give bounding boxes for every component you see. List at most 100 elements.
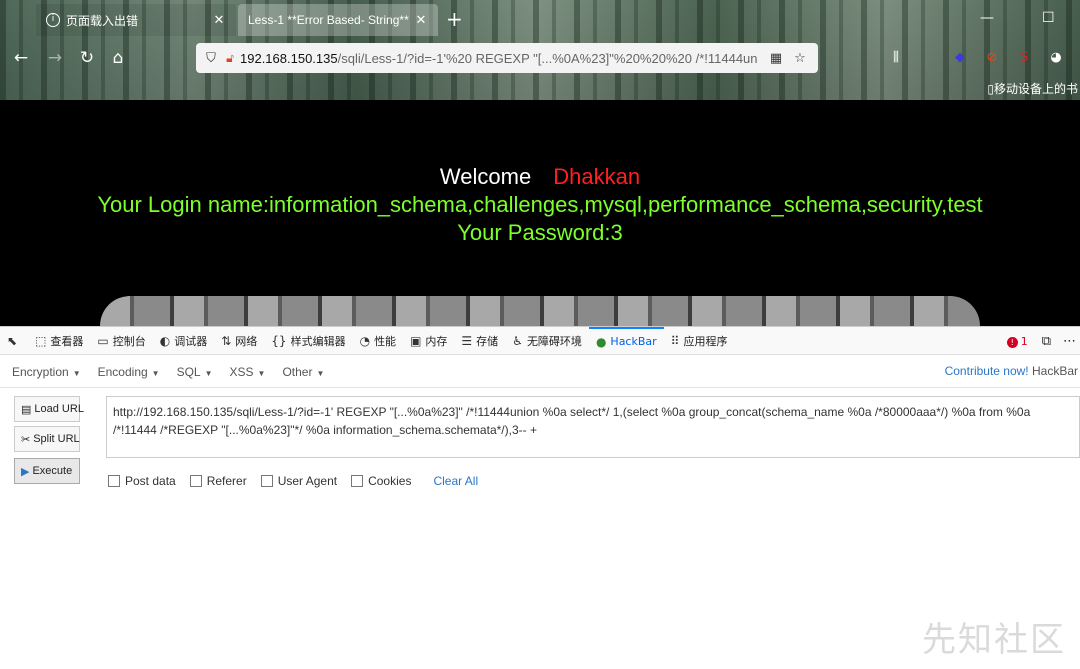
split-url-button[interactable]: ✂ Split URL [14, 426, 80, 452]
tab-label: 网络 [235, 334, 258, 348]
load-url-icon: ▤ [21, 403, 32, 416]
shield-icon[interactable]: ⛉ [202, 51, 220, 66]
checkbox[interactable] [351, 475, 364, 487]
url-path: /sqli/Less-1/?id=-1'%20 REGEXP "[...%0A%… [337, 50, 758, 66]
caret-down-icon: ▼ [316, 368, 325, 378]
tab-less-1[interactable]: Less-1 **Error Based- String** ✕ [238, 4, 438, 36]
qr-code-icon[interactable]: ▦ [764, 51, 788, 66]
clear-all-link[interactable]: Clear All [433, 474, 478, 488]
browser-chrome: i 页面载入出错 ✕ Less-1 **Error Based- String*… [0, 0, 1080, 100]
welcome-line: Welcome Dhakkan [0, 164, 1080, 190]
tab-memory[interactable]: ▣ 内存 [403, 327, 454, 355]
menu-label: SQL [176, 364, 201, 379]
library-icon[interactable]: ⫼ [886, 48, 906, 68]
option-referer[interactable]: Referer [189, 474, 247, 488]
tab-performance[interactable]: ◔ 性能 [353, 327, 403, 355]
page-content: Welcome Dhakkan Your Login name:informati… [0, 100, 1080, 326]
url-bar[interactable]: ⛉ 🔓︎ 192.168.150.135/sqli/Less-1/?id=-1'… [196, 43, 818, 73]
password-line: Your Password:3 [457, 220, 623, 245]
button-label: Execute [32, 465, 73, 477]
menu-label: Encryption [12, 364, 69, 379]
insecure-lock-icon[interactable]: 🔓︎ [220, 51, 240, 66]
checkbox[interactable] [189, 475, 202, 487]
hackbar-icon: ● [595, 334, 607, 349]
tab-label: 控制台 [112, 334, 146, 348]
menu-label: Encoding [97, 364, 148, 379]
maximize-icon[interactable]: ☐ [1042, 10, 1055, 26]
debugger-icon: ◐ [159, 333, 171, 348]
tab-error-page[interactable]: i 页面载入出错 ✕ [36, 4, 236, 36]
tab-label: 性能 [374, 334, 397, 348]
tab-application[interactable]: ⠿ 应用程序 [664, 327, 735, 355]
checkbox[interactable] [260, 475, 273, 487]
tab-inspector[interactable]: ⬚ 查看器 [28, 327, 90, 355]
load-url-button[interactable]: ▤ Load URL [14, 396, 84, 422]
error-count-badge[interactable]: ! 1 [1006, 334, 1028, 348]
memory-icon: ▣ [410, 333, 422, 348]
tab-storage[interactable]: ☰ 存储 [454, 327, 505, 355]
reload-icon[interactable]: ↻ [76, 47, 98, 69]
option-cookies[interactable]: Cookies [351, 474, 411, 488]
contribute-link[interactable]: Contribute now! HackBar [945, 364, 1078, 378]
execute-play-icon: ▶ [21, 465, 30, 478]
menu-encoding[interactable]: Encoding ▼ [98, 365, 160, 379]
hackbar-url-textarea[interactable]: http://192.168.150.135/sqli/Less-1/?id=-… [106, 396, 1080, 458]
bookmark-star-icon[interactable]: ☆ [788, 51, 812, 66]
tab-accessibility[interactable]: ♿ 无障碍环境 [505, 327, 589, 355]
extension-blocker-icon[interactable]: ⊘ [982, 48, 1002, 68]
minimize-icon[interactable]: — [980, 10, 994, 26]
user-name: Dhakkan [553, 164, 641, 189]
tab-label: 调试器 [174, 334, 208, 348]
back-arrow-icon[interactable]: ← [10, 47, 32, 69]
devtools-right-controls: ! 1 ⧉ ⋯ [1006, 327, 1076, 355]
menu-sql[interactable]: SQL ▼ [177, 365, 213, 379]
new-tab-plus-icon[interactable]: + [446, 8, 463, 30]
tab-network[interactable]: ⇅ 网络 [214, 327, 264, 355]
close-icon[interactable]: ✕ [414, 13, 428, 28]
contribute-text: Contribute now! [944, 364, 1029, 378]
tab-console[interactable]: ▭ 控制台 [90, 327, 152, 355]
menu-encryption[interactable]: Encryption ▼ [12, 365, 81, 379]
banner-logo-image [100, 296, 980, 326]
checkbox[interactable] [108, 475, 120, 487]
contribute-hackbar: HackBar [1031, 364, 1078, 378]
extension-toggle-icon[interactable]: ◕ [1046, 48, 1066, 68]
more-options-icon[interactable]: ⋯ [1063, 334, 1076, 349]
tab-debugger[interactable]: ◐ 调试器 [153, 327, 214, 355]
close-icon[interactable]: ✕ [212, 13, 226, 28]
tab-label: 内存 [425, 334, 448, 348]
caret-down-icon: ▼ [257, 368, 266, 378]
tab-label: 样式编辑器 [290, 334, 346, 348]
menu-other[interactable]: Other ▼ [282, 365, 324, 379]
error-count: 1 [1020, 334, 1028, 348]
option-label: Cookies [368, 474, 412, 488]
button-label: Load URL [34, 403, 84, 415]
accessibility-icon: ♿ [512, 333, 523, 348]
tab-hackbar[interactable]: ● HackBar [588, 326, 664, 355]
option-post-data[interactable]: Post data [108, 474, 176, 488]
option-user-agent[interactable]: User Agent [260, 474, 337, 488]
url-text[interactable]: 192.168.150.135/sqli/Less-1/?id=-1'%20 R… [240, 51, 764, 66]
dock-side-icon[interactable]: ⧉ [1042, 334, 1051, 349]
mobile-bookmarks[interactable]: ▯移动设备上的书 [987, 80, 1078, 97]
element-picker-icon[interactable]: ⬉ [0, 327, 28, 355]
forward-arrow-icon[interactable]: → [44, 47, 66, 69]
extension-diamond-icon[interactable]: ◆ [950, 48, 970, 68]
home-icon[interactable]: ⌂ [107, 47, 129, 69]
menu-xss[interactable]: XSS ▼ [230, 365, 266, 379]
mobile-bookmarks-label: 移动设备上的书 [993, 82, 1078, 96]
caret-down-icon: ▼ [204, 368, 213, 378]
nav-bar: ← → ↻ ⌂ ⛉ 🔓︎ 192.168.150.135/sqli/Less-1… [0, 40, 1080, 76]
button-label: Split URL [33, 433, 80, 445]
execute-button[interactable]: ▶ Execute [14, 458, 80, 484]
extension-s-icon[interactable]: S [1014, 48, 1034, 68]
info-icon: i [46, 13, 60, 27]
style-editor-icon: {} [271, 333, 287, 348]
tab-bar: i 页面载入出错 ✕ Less-1 **Error Based- String*… [0, 0, 1080, 40]
application-grid-icon: ⠿ [670, 333, 680, 348]
tab-style-editor[interactable]: {} 样式编辑器 [264, 327, 352, 355]
devtools-toolbar: ⬉ ⬚ 查看器 ▭ 控制台 ◐ 调试器 ⇅ 网络 {} 样式编辑器 ◔ 性能 ▣ 内存 ☰ 存储… [0, 326, 1080, 355]
option-label: Post data [125, 474, 176, 488]
menu-label: XSS [229, 364, 254, 379]
tab-label: HackBar [610, 335, 657, 348]
